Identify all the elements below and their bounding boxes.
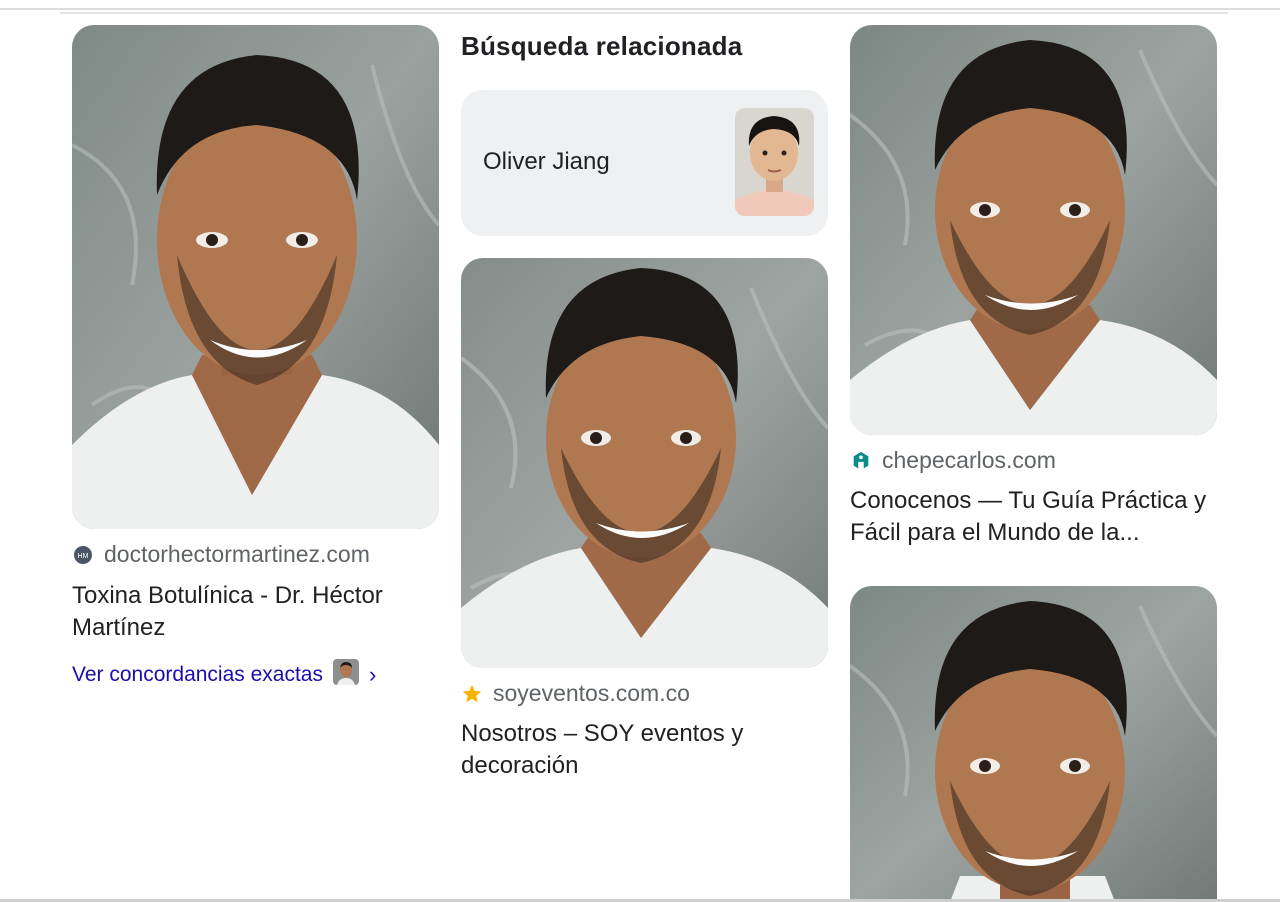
related-person-photo	[735, 108, 814, 216]
results-page: HM doctorhectormartinez.com Toxina Botul…	[0, 0, 1280, 902]
hm-logo-icon: HM	[72, 544, 94, 566]
related-search-heading: Búsqueda relacionada	[461, 31, 743, 61]
star-icon	[461, 683, 483, 705]
result-title-3[interactable]: Conocenos — Tu Guía Práctica y Fácil par…	[850, 485, 1220, 549]
site-url: soyeventos.com.co	[493, 680, 690, 706]
divider	[60, 12, 1228, 14]
result-title-2[interactable]: Nosotros – SOY eventos y decoración	[461, 718, 821, 782]
related-person-name: Oliver Jiang	[483, 148, 610, 175]
svg-text:HM: HM	[78, 553, 89, 560]
result-title-1[interactable]: Toxina Botulínica - Dr. Héctor Martínez	[72, 580, 432, 644]
exact-match-thumb-icon	[332, 659, 359, 691]
site-url: doctorhectormartinez.com	[104, 541, 370, 567]
result-site-2[interactable]: soyeventos.com.co	[461, 680, 690, 707]
site-url: chepecarlos.com	[882, 447, 1056, 473]
teal-logo-icon	[850, 450, 872, 472]
exact-matches-link[interactable]: Ver concordancias exactas ›	[72, 659, 376, 691]
top-border	[0, 0, 1280, 10]
result-image-1[interactable]	[72, 25, 439, 529]
result-image-3[interactable]	[850, 25, 1217, 435]
related-search-card[interactable]: Oliver Jiang	[461, 90, 828, 236]
result-site-1[interactable]: HM doctorhectormartinez.com	[72, 541, 370, 568]
chevron-right-icon: ›	[368, 662, 377, 687]
result-site-3[interactable]: chepecarlos.com	[850, 447, 1056, 474]
exact-matches-label: Ver concordancias exactas	[72, 663, 323, 686]
result-image-2[interactable]	[461, 258, 828, 668]
result-image-4[interactable]	[850, 586, 1217, 902]
